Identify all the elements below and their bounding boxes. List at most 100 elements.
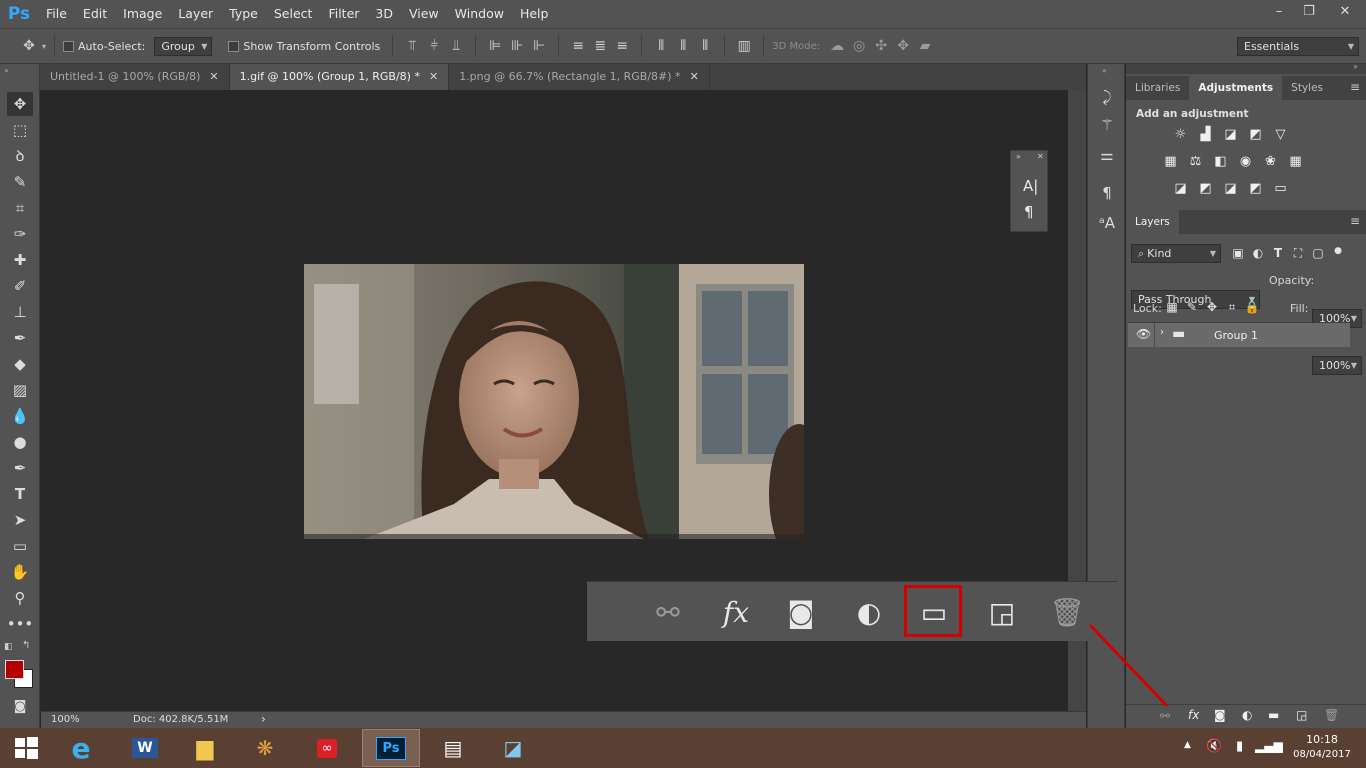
color-lookup-icon[interactable]: ▦ (1287, 153, 1305, 169)
align-left-icon[interactable]: ⊫ (484, 38, 506, 54)
photo-filter-icon[interactable]: ◉ (1237, 153, 1255, 169)
new-layer-icon[interactable]: ◲ (1296, 708, 1307, 722)
type-tool-icon[interactable]: T (7, 482, 33, 506)
tab-1-png[interactable]: 1.png @ 66.7% (Rectangle 1, RGB/8#) * ✕ (449, 64, 710, 90)
internet-explorer-icon[interactable]: e (52, 729, 110, 767)
auto-select-dropdown[interactable]: Group ▼ (154, 36, 213, 56)
status-arrow-icon[interactable]: › (261, 712, 266, 726)
menu-3d[interactable]: 3D (367, 0, 401, 28)
auto-align-icon[interactable]: ▥ (733, 38, 755, 54)
close-icon[interactable]: ✕ (209, 70, 218, 83)
menu-view[interactable]: View (401, 0, 447, 28)
layer-row[interactable]: 👁 › ▬ Group 1 (1128, 323, 1350, 347)
marquee-tool-icon[interactable]: ⬚ (7, 118, 33, 142)
layer-name[interactable]: Group 1 (1214, 329, 1258, 342)
zoom-tool-icon[interactable]: ⚲ (7, 586, 33, 610)
lock-pixels-icon[interactable]: ✎ (1182, 300, 1202, 315)
new-group-icon[interactable]: ▬ (1268, 708, 1279, 722)
lock-all-icon[interactable]: 🔒 (1242, 300, 1262, 315)
expand-group-icon[interactable]: › (1160, 327, 1164, 338)
photoshop-taskbar-icon[interactable]: Ps (362, 729, 420, 767)
collapse-icon[interactable]: « (1102, 66, 1107, 75)
visibility-eye-icon[interactable]: 👁 (1136, 327, 1151, 341)
distribute-hcenter-icon[interactable]: ⦀ (672, 38, 694, 54)
fx-icon[interactable]: fx (1188, 708, 1199, 722)
menu-window[interactable]: Window (447, 0, 512, 28)
lock-position-icon[interactable]: ✥ (1202, 300, 1222, 315)
adjustment-layer-icon[interactable]: ◐ (849, 594, 889, 630)
vibrance-icon[interactable]: ▽ (1272, 126, 1290, 142)
collapse-icon[interactable]: » (4, 66, 9, 75)
hand-tool-icon[interactable]: ✋ (7, 560, 33, 584)
brush-tool-icon[interactable]: ✐ (7, 274, 33, 298)
tab-1-gif[interactable]: 1.gif @ 100% (Group 1, RGB/8) * ✕ (229, 64, 450, 90)
link-layers-icon[interactable]: ⚯ (648, 594, 688, 630)
align-vcenter-icon[interactable]: ⫩ (423, 38, 445, 54)
menu-help[interactable]: Help (512, 0, 557, 28)
close-button[interactable]: ✕ (1324, 0, 1366, 22)
curves-icon[interactable]: ◪ (1222, 126, 1240, 142)
tab-styles[interactable]: Styles (1282, 76, 1332, 100)
3d-camera-icon[interactable]: ▰ (914, 38, 936, 54)
align-top-icon[interactable]: ⫪ (401, 38, 423, 54)
invert-icon[interactable]: ◪ (1172, 180, 1190, 196)
layer-mask-icon[interactable]: ◙ (1214, 708, 1226, 722)
path-select-tool-icon[interactable]: ➤ (7, 508, 33, 532)
gradient-tool-icon[interactable]: ▨ (7, 378, 33, 402)
eyedropper-tool-icon[interactable]: ✑ (7, 222, 33, 246)
workspace-dropdown[interactable]: Essentials ▼ (1237, 37, 1359, 56)
quick-mask-icon[interactable]: ◙ (7, 694, 33, 718)
align-hcenter-icon[interactable]: ⊪ (506, 38, 528, 54)
tab-untitled-1[interactable]: Untitled-1 @ 100% (RGB/8) ✕ (40, 64, 230, 90)
posterize-icon[interactable]: ◩ (1197, 180, 1215, 196)
more-tools-icon[interactable]: ••• (7, 612, 34, 636)
tab-libraries[interactable]: Libraries (1126, 76, 1189, 100)
close-icon[interactable]: ✕ (690, 70, 699, 83)
lock-artboard-icon[interactable]: ⌗ (1222, 300, 1242, 315)
creative-cloud-icon[interactable]: ∞ (298, 729, 356, 767)
distribute-right-icon[interactable]: ⦀ (694, 38, 716, 54)
hue-saturation-icon[interactable]: ▦ (1162, 153, 1180, 169)
3d-slide-icon[interactable]: ✥ (892, 38, 914, 54)
notes-app-icon[interactable]: ◪ (484, 729, 542, 767)
stamp-tool-icon[interactable]: ⊥ (7, 300, 33, 324)
rectangle-tool-icon[interactable]: ▭ (7, 534, 33, 558)
filter-adjustment-icon[interactable]: ◐ (1248, 246, 1268, 261)
lock-transparency-icon[interactable]: ▦ (1162, 300, 1182, 315)
threshold-icon[interactable]: ◪ (1222, 180, 1240, 196)
channel-mixer-icon[interactable]: ❀ (1262, 153, 1280, 169)
file-explorer-icon[interactable]: ▆ (176, 729, 234, 767)
menu-filter[interactable]: Filter (320, 0, 367, 28)
eraser-tool-icon[interactable]: ◆ (7, 352, 33, 376)
zoom-level[interactable]: 100% (51, 714, 80, 725)
lasso-tool-icon[interactable]: ꝺ (7, 144, 33, 168)
link-layers-icon[interactable]: ⚯ (1160, 709, 1170, 723)
fill-field[interactable]: 100% ▼ (1312, 356, 1362, 375)
healing-brush-icon[interactable]: ✚ (7, 248, 33, 272)
quick-select-tool-icon[interactable]: ✎ (7, 170, 33, 194)
filter-shape-icon[interactable]: ⛶ (1288, 246, 1308, 261)
distribute-left-icon[interactable]: ⦀ (650, 38, 672, 54)
align-right-icon[interactable]: ⊩ (528, 38, 550, 54)
crop-tool-icon[interactable]: ⌗ (7, 196, 33, 220)
battery-icon[interactable]: ▮ (1236, 739, 1243, 754)
3d-roll-icon[interactable]: ◎ (848, 38, 870, 54)
menu-layer[interactable]: Layer (170, 0, 221, 28)
minimize-button[interactable]: – (1264, 0, 1294, 22)
3d-pan-icon[interactable]: ✣ (870, 38, 892, 54)
swap-colors-icon[interactable]: ↰ (22, 640, 30, 651)
move-tool-preset-icon[interactable]: ✥ (18, 38, 40, 54)
fx-icon[interactable]: fx (716, 594, 756, 630)
filter-pixel-icon[interactable]: ▣ (1228, 246, 1248, 261)
gradient-map-icon[interactable]: ▭ (1272, 180, 1290, 196)
paragraph-icon[interactable]: ¶ (1096, 182, 1118, 204)
history-brush-icon[interactable]: ✒ (7, 326, 33, 350)
foreground-color-swatch[interactable] (5, 660, 24, 679)
menu-select[interactable]: Select (266, 0, 321, 28)
clock-date[interactable]: 08/04/2017 (1290, 749, 1354, 760)
paragraph-icon[interactable]: ¶ (1024, 203, 1034, 221)
close-icon[interactable]: ✕ (429, 70, 438, 83)
media-app-icon[interactable]: ❋ (236, 729, 294, 767)
chevron-down-icon[interactable]: ▾ (42, 42, 46, 51)
tab-adjustments[interactable]: Adjustments (1189, 76, 1283, 100)
